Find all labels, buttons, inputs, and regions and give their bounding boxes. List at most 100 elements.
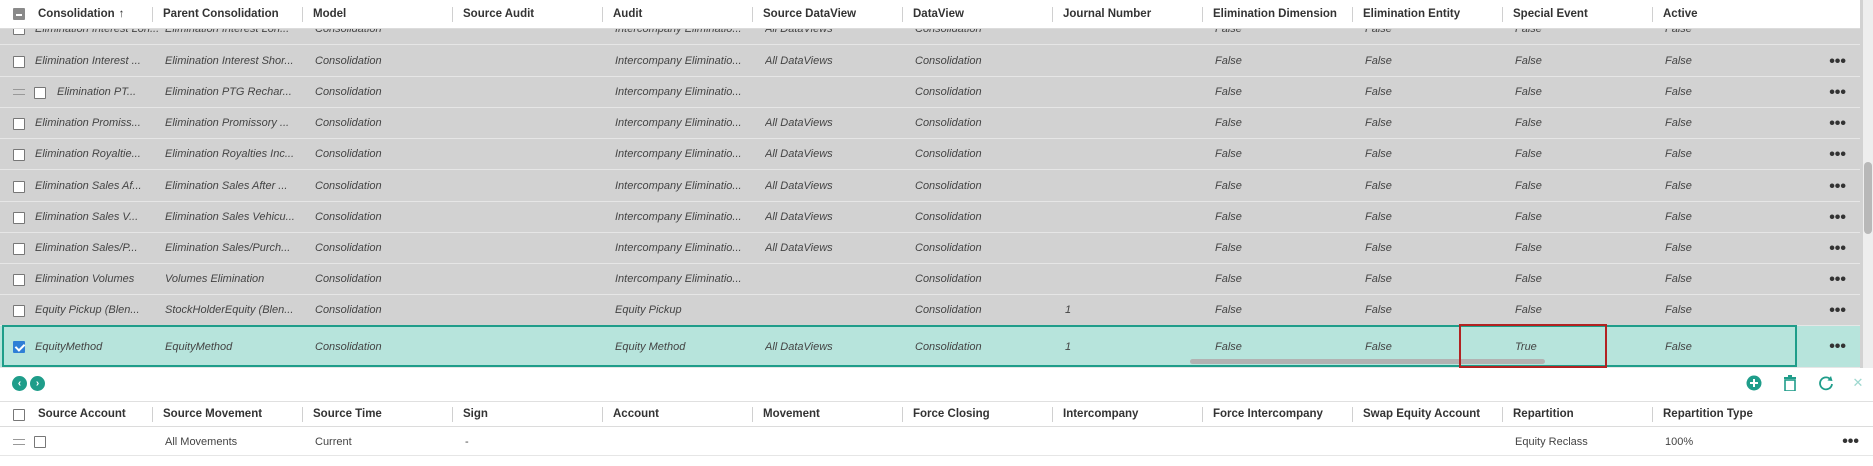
row-checkbox[interactable]	[13, 148, 25, 161]
more-options-icon[interactable]: •••	[1829, 146, 1846, 162]
row-checkbox[interactable]	[13, 211, 25, 224]
row-cell: False	[1365, 29, 1502, 36]
column-header-elimination-dimension[interactable]: Elimination Dimension	[1213, 0, 1358, 28]
column-separator[interactable]	[752, 7, 753, 22]
rules-select-all-checkbox[interactable]	[13, 409, 25, 421]
column-header-label: Journal Number	[1063, 8, 1152, 20]
prev-icon[interactable]: ‹	[12, 376, 27, 391]
rules-column-header[interactable]: Source Time	[313, 402, 458, 426]
table-row[interactable]: Elimination Promiss... Elimination Promis…	[0, 108, 1860, 139]
rules-column-header[interactable]: Force Closing	[913, 402, 1058, 426]
next-icon[interactable]: ›	[30, 376, 45, 391]
row-checkbox[interactable]	[13, 117, 25, 130]
row-checkbox[interactable]	[13, 180, 25, 193]
row-cell: False	[1665, 148, 1692, 160]
row-cell: Elimination Sales/Purch...	[165, 242, 291, 254]
table-row[interactable]: Elimination Interest ... Elimination Inte…	[0, 46, 1860, 77]
more-options-icon[interactable]: •••	[1842, 434, 1859, 450]
column-header-consolidation[interactable]: Consolidation ↑	[38, 0, 183, 28]
column-header-elimination-entity[interactable]: Elimination Entity	[1363, 0, 1508, 28]
rules-column-header[interactable]: Movement	[763, 402, 908, 426]
column-header-source-audit[interactable]: Source Audit	[463, 0, 608, 28]
select-all-checkbox[interactable]	[13, 8, 25, 20]
table-row[interactable]: Elimination Volumes Volumes Elimination Co…	[0, 264, 1860, 295]
row-cell: False	[1515, 117, 1542, 129]
more-options-icon[interactable]: •••	[1829, 302, 1846, 318]
table-row[interactable]: Elimination Royaltie... Elimination Royal…	[0, 139, 1860, 170]
column-separator[interactable]	[452, 7, 453, 22]
column-separator[interactable]	[1202, 407, 1203, 422]
column-header-active[interactable]: Active	[1663, 0, 1808, 28]
table-row[interactable]: Elimination Sales/P... Elimination Sales/…	[0, 233, 1860, 264]
column-separator[interactable]	[152, 7, 153, 22]
drag-handle-icon[interactable]	[13, 439, 25, 445]
column-separator[interactable]	[152, 407, 153, 422]
rules-column-header[interactable]: Repartition Type	[1663, 402, 1808, 426]
sort-ascending-icon[interactable]: ↑	[119, 8, 125, 20]
rules-column-header[interactable]: Source Account	[38, 402, 183, 426]
column-header-audit[interactable]: Audit	[613, 0, 758, 28]
rules-row[interactable]: All Movements Current - Equity Reclass 100% •…	[0, 428, 1873, 456]
rules-row-checkbox[interactable]	[34, 436, 46, 448]
column-separator[interactable]	[1502, 7, 1503, 22]
more-options-icon[interactable]: •••	[1829, 84, 1846, 100]
refresh-icon[interactable]	[1817, 374, 1835, 392]
rules-column-header[interactable]: Intercompany	[1063, 402, 1208, 426]
column-header-model[interactable]: Model	[313, 0, 458, 28]
column-separator[interactable]	[302, 407, 303, 422]
drag-handle-icon[interactable]	[13, 89, 25, 95]
more-options-icon[interactable]: •••	[1829, 53, 1846, 69]
column-separator[interactable]	[602, 7, 603, 22]
vertical-scrollbar[interactable]	[1863, 0, 1873, 368]
column-separator[interactable]	[302, 7, 303, 22]
column-header-special-event[interactable]: Special Event	[1513, 0, 1658, 28]
row-cell: Intercompany Eliminatio...	[615, 148, 742, 160]
close-icon[interactable]: ✕	[1849, 374, 1867, 392]
rules-column-header[interactable]: Source Movement	[163, 402, 308, 426]
column-separator[interactable]	[1352, 7, 1353, 22]
more-options-icon[interactable]: •••	[1829, 339, 1846, 355]
column-separator[interactable]	[602, 407, 603, 422]
table-row[interactable]: Elimination PT... Elimination PTG Rechar.…	[0, 77, 1860, 108]
more-options-icon[interactable]: •••	[1829, 115, 1846, 131]
scroll-thumb[interactable]	[1864, 162, 1872, 234]
rules-column-header[interactable]: Account	[613, 402, 758, 426]
table-row[interactable]: Elimination Sales V... Elimination Sales …	[0, 202, 1860, 233]
rules-column-header[interactable]: Force Intercompany	[1213, 402, 1358, 426]
rules-column-header[interactable]: Swap Equity Account	[1363, 402, 1508, 426]
add-icon[interactable]	[1745, 374, 1763, 392]
column-header-journal-number[interactable]: Journal Number	[1063, 0, 1208, 28]
row-checkbox[interactable]	[13, 273, 25, 286]
column-separator[interactable]	[1052, 407, 1053, 422]
column-separator[interactable]	[1352, 407, 1353, 422]
column-separator[interactable]	[902, 7, 903, 22]
more-options-icon[interactable]: •••	[1829, 240, 1846, 256]
rules-column-header[interactable]: Sign	[463, 402, 608, 426]
column-separator[interactable]	[1652, 7, 1653, 22]
column-header-parent-consolidation[interactable]: Parent Consolidation	[163, 0, 308, 28]
column-separator[interactable]	[1202, 7, 1203, 22]
row-checkbox[interactable]	[13, 55, 25, 68]
table-row[interactable]: Elimination Sales Af... Elimination Sales…	[0, 171, 1860, 202]
column-separator[interactable]	[752, 407, 753, 422]
row-checkbox[interactable]	[13, 304, 25, 317]
table-row[interactable]: Elimination Interest Lon...Elimination I…	[0, 29, 1860, 45]
delete-icon[interactable]	[1781, 374, 1799, 392]
column-separator[interactable]	[1652, 407, 1653, 422]
column-separator[interactable]	[902, 407, 903, 422]
column-separator[interactable]	[1502, 407, 1503, 422]
column-header-source-dataview[interactable]: Source DataView	[763, 0, 908, 28]
rules-column-header[interactable]: Repartition	[1513, 402, 1658, 426]
more-options-icon[interactable]: •••	[1829, 178, 1846, 194]
more-options-icon[interactable]: •••	[1829, 209, 1846, 225]
rules-cell	[1365, 428, 1502, 455]
row-checkbox[interactable]	[34, 86, 46, 99]
column-header-dataview[interactable]: DataView	[913, 0, 1058, 28]
row-cell: False	[1515, 242, 1542, 254]
column-separator[interactable]	[452, 407, 453, 422]
table-row[interactable]: Equity Pickup (Blen... StockHolderEquity …	[0, 295, 1860, 326]
column-separator[interactable]	[1052, 7, 1053, 22]
row-checkbox[interactable]	[13, 242, 25, 255]
row-checkbox[interactable]	[13, 29, 25, 35]
more-options-icon[interactable]: •••	[1829, 271, 1846, 287]
